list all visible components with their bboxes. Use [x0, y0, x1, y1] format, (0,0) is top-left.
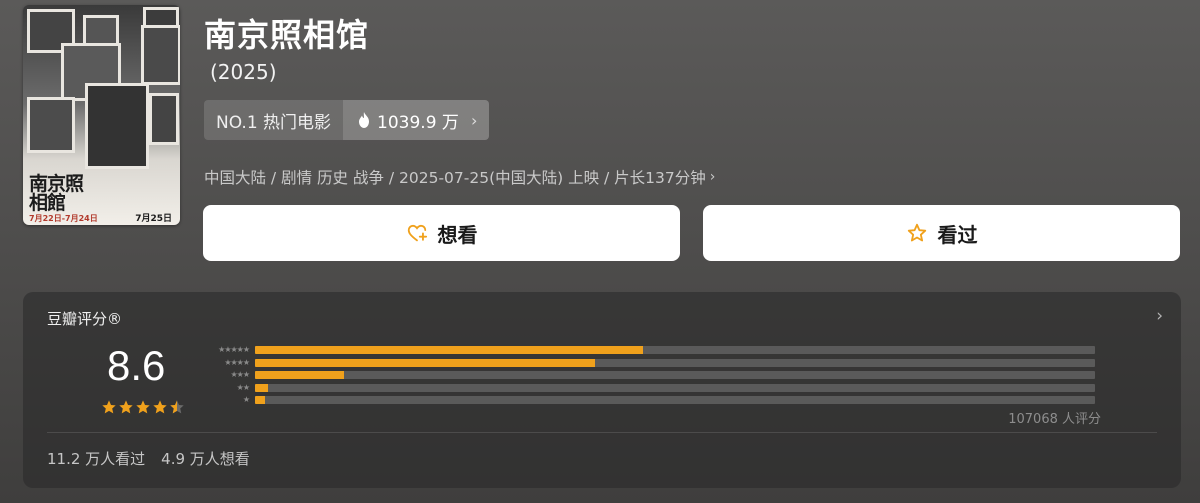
heart-plus-icon [407, 224, 427, 242]
rating-card[interactable]: 豆瓣评分® › 8.6 ★★★★★ ★★★★ ★★★ ★★ ★ 107068 人… [23, 292, 1181, 488]
poster-photo [141, 25, 180, 85]
rating-row-3: ★★★ [201, 369, 1101, 382]
bar-fill [255, 396, 266, 405]
poster-photo [27, 97, 75, 153]
poster-title-calligraphy: 南京照相館 [29, 173, 84, 214]
rank-bar[interactable]: NO.1 热门电影 1039.9 万 › [204, 100, 490, 140]
movie-title: 南京照相馆 [204, 16, 370, 54]
seen-label: 看过 [937, 222, 978, 247]
bar-fill [255, 383, 268, 392]
want-button[interactable]: 想看 [203, 205, 680, 261]
rating-row-2: ★★ [201, 382, 1101, 395]
bar-fill [255, 358, 596, 367]
star-full-icon [119, 400, 133, 414]
movie-poster[interactable]: 南京照相館 7月22日-7月24日 7月25日 [23, 5, 180, 225]
movie-year: (2025) [210, 60, 277, 84]
rating-score: 8.6 [107, 342, 166, 389]
row-stars-label: ★★★ [230, 370, 250, 380]
row-stars-label: ★★★★ [224, 357, 250, 367]
poster-photo [149, 93, 179, 145]
star-full-icon [102, 400, 116, 414]
chevron-right-icon: › [470, 110, 478, 130]
chevron-right-icon: › [709, 169, 716, 185]
row-stars-label: ★★ [236, 382, 250, 392]
bar-track [255, 358, 1095, 367]
bar-track [255, 346, 1095, 355]
poster-photo [85, 83, 149, 169]
rating-footer: 11.2 万人看过 4.9 万人想看 [47, 448, 250, 469]
rating-stars [101, 399, 185, 415]
rating-row-5: ★★★★★ [201, 344, 1101, 357]
heat-value-button[interactable]: 1039.9 万 › [343, 100, 490, 140]
bar-track [255, 396, 1095, 405]
movie-meta[interactable]: 中国大陆 / 剧情 历史 战争 / 2025-07-25(中国大陆) 上映 / … [204, 166, 715, 188]
star-outline-icon [907, 223, 926, 242]
rating-row-1: ★ [201, 394, 1101, 407]
divider [47, 432, 1157, 433]
poster-date-right: 7月25日 [135, 214, 172, 224]
rating-section-title: 豆瓣评分® [47, 310, 123, 328]
rating-distribution: ★★★★★ ★★★★ ★★★ ★★ ★ [201, 344, 1101, 407]
rating-row-4: ★★★★ [201, 357, 1101, 370]
row-stars-label: ★ [242, 395, 250, 405]
poster-date-left: 7月22日-7月24日 [29, 214, 98, 223]
want-label: 想看 [437, 222, 478, 247]
bar-track [255, 371, 1095, 380]
star-full-icon [136, 400, 150, 414]
rating-count: 107068 人评分 [1008, 412, 1101, 427]
bar-track [255, 383, 1095, 392]
rank-label[interactable]: NO.1 热门电影 [204, 100, 344, 140]
flame-icon [359, 112, 370, 128]
row-stars-label: ★★★★★ [218, 345, 250, 355]
star-half-icon [170, 400, 184, 414]
star-full-icon [153, 400, 167, 414]
chevron-right-icon[interactable]: › [1156, 306, 1163, 326]
bar-fill [255, 371, 345, 380]
meta-line: 中国大陆 / 剧情 历史 战争 / 2025-07-25(中国大陆) 上映 / … [204, 169, 706, 187]
want-count[interactable]: 4.9 万人想看 [161, 448, 250, 469]
seen-button[interactable]: 看过 [703, 205, 1180, 261]
heat-value: 1039.9 万 [377, 112, 459, 133]
bar-fill [255, 346, 644, 355]
seen-count[interactable]: 11.2 万人看过 [47, 448, 145, 469]
